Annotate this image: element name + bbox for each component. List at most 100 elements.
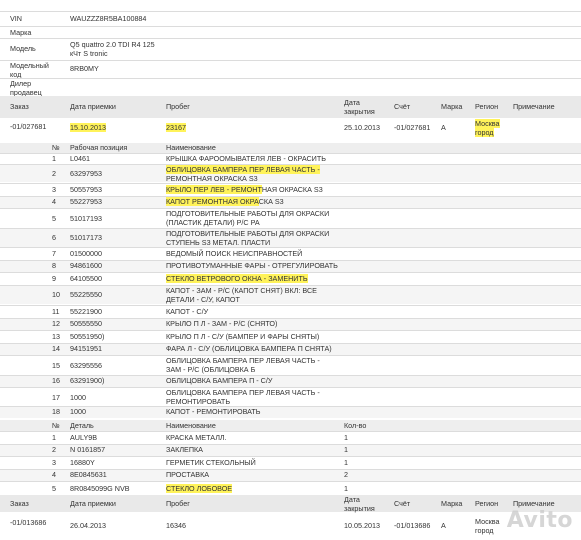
work-code: 55225550	[70, 290, 102, 299]
col-note: Примечание	[513, 102, 555, 111]
work-name: КАПОТ - С/У	[166, 307, 209, 316]
work-name: ОБЛИЦОВКА БАМПЕРА ПЕР ЛЕВАЯ ЧАСТЬ - ЗАМ …	[166, 356, 320, 374]
work-n: 8	[52, 261, 56, 270]
part-code: 16880Y	[70, 458, 95, 467]
work-code: 63291900)	[70, 376, 105, 385]
parts-col-part: Деталь	[70, 421, 94, 430]
work-name: ВЕДОМЫЙ ПОИСК НЕИСПРАВНОСТЕЙ	[166, 249, 303, 258]
col-date-close: Дата закрытия	[344, 495, 375, 513]
part-code: 8R0845099G NVB	[70, 484, 130, 493]
work-name: КАПОТ РЕМОНТНАЯ ОКРАСКА S3	[166, 197, 284, 206]
work-n: 9	[52, 274, 56, 283]
work-n: 15	[52, 361, 60, 370]
work-name: КАПОТ - РЕМОНТИРОВАТЬ	[166, 407, 261, 416]
part-name: ГЕРМЕТИК СТЕКОЛЬНЫЙ	[166, 458, 256, 467]
part-qty: 2	[344, 470, 348, 479]
work-n: 3	[52, 185, 56, 194]
brand-label: Марка	[10, 28, 32, 37]
model-label: Модель	[10, 44, 36, 53]
work-code: 50551950)	[70, 332, 105, 341]
part-name: ЗАКЛЕПКА	[166, 445, 203, 454]
model-code-label: Модельный код	[10, 61, 49, 79]
work-name: КРЫЛО ПЕР ЛЕВ - РЕМОНТНАЯ ОКРАСКА S3	[166, 185, 323, 194]
col-region: Регион	[475, 102, 499, 111]
part-name: СТЕКЛО ЛОБОВОЕ	[166, 484, 233, 493]
work-name: ФАРА Л - С/У (ОБЛИЦОВКА БАМПЕРА П СНЯТА)	[166, 344, 332, 353]
col-date-in: Дата приемки	[70, 499, 116, 508]
work-n: 17	[52, 393, 60, 402]
work-name: КРЫЛО П Л - С/У (БАМПЕР И ФАРЫ СНЯТЫ)	[166, 332, 320, 341]
col-mileage: Пробег	[166, 102, 190, 111]
col-date-in: Дата приемки	[70, 102, 116, 111]
work-name: ОБЛИЦОВКА БАМПЕРА ПЕР ЛЕВАЯ ЧАСТЬ - РЕМО…	[166, 165, 320, 183]
order2-brand: A	[441, 521, 446, 530]
part-n: 3	[52, 458, 56, 467]
parts-col-name: Наименование	[166, 421, 216, 430]
order1-number: -01/027681	[10, 122, 47, 131]
work-code: 51017193	[70, 214, 102, 223]
work-code: 94151951	[70, 344, 102, 353]
part-qty: 1	[344, 484, 348, 493]
part-code: AULY9B	[70, 433, 98, 442]
work-code: 50557953	[70, 185, 102, 194]
order2-date-close: 10.05.2013	[344, 521, 380, 530]
work-code: 55227953	[70, 197, 102, 206]
work-name: КРЫЛО П Л - ЗАМ - Р/С (СНЯТО)	[166, 319, 278, 328]
order2-mileage: 16346	[166, 521, 186, 530]
work-n: 4	[52, 197, 56, 206]
col-mileage: Пробег	[166, 499, 190, 508]
col-order: Заказ	[10, 499, 29, 508]
order2-account: -01/013686	[394, 521, 431, 530]
work-n: 14	[52, 344, 60, 353]
work-name: КАПОТ - ЗАМ - Р/С (КАПОТ СНЯТ) ВКЛ: ВСЕ …	[166, 286, 317, 304]
work-code: 94861600	[70, 261, 102, 270]
order2-number: -01/013686	[10, 518, 47, 527]
part-name: КРАСКА МЕТАЛЛ.	[166, 433, 227, 442]
vin-label: VIN	[10, 14, 22, 23]
work-code: 01500000	[70, 249, 102, 258]
parts-col-n: №	[52, 421, 60, 430]
work-name: ОБЛИЦОВКА БАМПЕРА П - С/У	[166, 376, 273, 385]
work-n: 10	[52, 290, 60, 299]
order1-region: Москва город	[475, 119, 500, 137]
part-n: 1	[52, 433, 56, 442]
work-n: 18	[52, 407, 60, 416]
part-n: 2	[52, 445, 56, 454]
work-name: ПОДГОТОВИТЕЛЬНЫЕ РАБОТЫ ДЛЯ ОКРАСКИ (ПЛА…	[166, 209, 330, 227]
work-code: 63297953	[70, 169, 102, 178]
order2-date-in: 26.04.2013	[70, 521, 106, 530]
col-account: Счёт	[394, 102, 411, 111]
order1-brand: A	[441, 123, 446, 132]
model-value: Q5 quattro 2.0 TDI R4 125 кЧт S tronic	[70, 40, 155, 58]
work-code: 1000	[70, 393, 86, 402]
work-n: 5	[52, 214, 56, 223]
part-qty: 1	[344, 445, 348, 454]
parts-col-qty: Кол-во	[344, 421, 367, 430]
order1-date-in: 15.10.2013	[70, 123, 106, 132]
work-n: 6	[52, 233, 56, 242]
col-brand: Марка	[441, 499, 463, 508]
col-brand: Марка	[441, 102, 463, 111]
col-order: Заказ	[10, 102, 29, 111]
col-region: Регион	[475, 499, 499, 508]
work-code: 55221900	[70, 307, 102, 316]
work-code: 1000	[70, 407, 86, 416]
part-name: ПРОСТАВКА	[166, 470, 210, 479]
work-code: L0461	[70, 154, 90, 163]
work-n: 16	[52, 376, 60, 385]
works-col-n: №	[52, 143, 60, 152]
col-date-close: Дата закрытия	[344, 98, 375, 116]
work-name: КРЫШКА ФАРООМЫВАТЕЛЯ ЛЕВ - ОКРАСИТЬ	[166, 154, 326, 163]
work-n: 11	[52, 307, 60, 316]
works-col-name: Наименование	[166, 143, 216, 152]
dealer-label: Дилер продавец	[10, 79, 42, 97]
order1-mileage: 23167	[166, 123, 186, 132]
work-name: ПОДГОТОВИТЕЛЬНЫЕ РАБОТЫ ДЛЯ ОКРАСКИ СТУП…	[166, 229, 330, 247]
part-code: N 0161857	[70, 445, 106, 454]
order1-account: -01/027681	[394, 123, 431, 132]
part-qty: 1	[344, 458, 348, 467]
avito-watermark: Avito	[506, 507, 573, 533]
part-n: 5	[52, 484, 56, 493]
works-col-code: Рабочая позиция	[70, 143, 128, 152]
vin-value: WAUZZZ8R5BA100884	[70, 14, 147, 23]
